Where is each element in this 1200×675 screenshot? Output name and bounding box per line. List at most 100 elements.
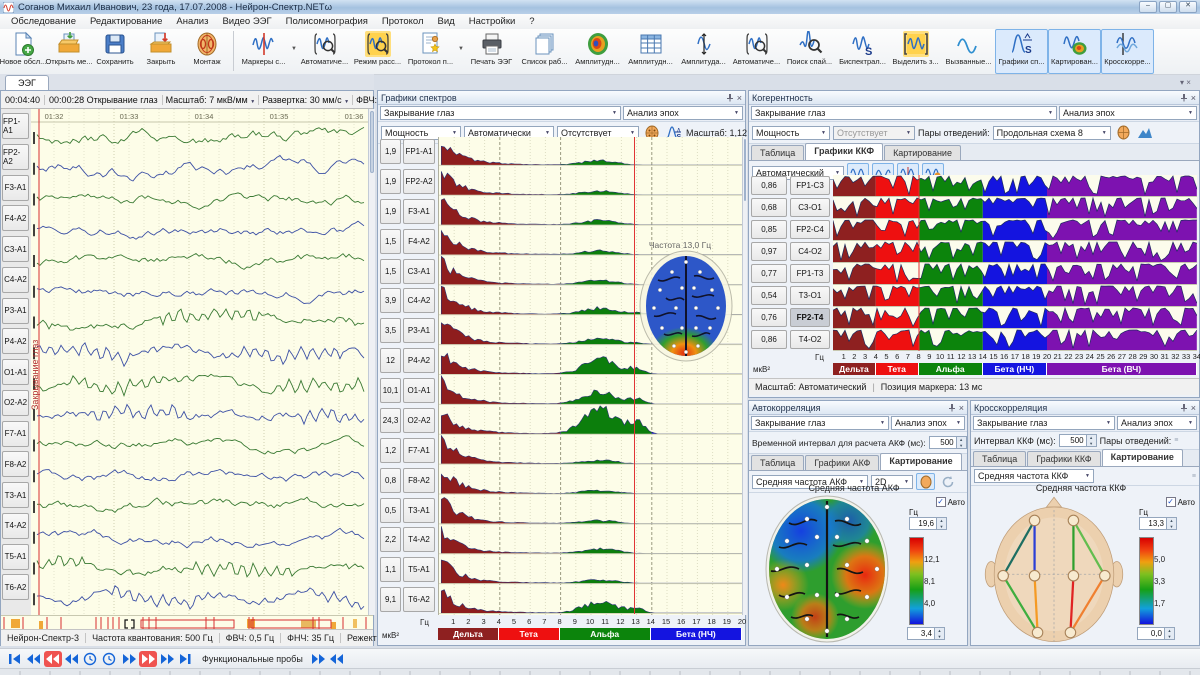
toolbar-button-9[interactable]: Печать ЭЭГ (465, 29, 518, 74)
close-panel-icon[interactable]: × (959, 403, 964, 413)
eeg-trace-area[interactable]: 01:3201:3301:3401:3501:36 (31, 109, 368, 615)
toolbar-button-15[interactable]: Поиск спай... (783, 29, 836, 74)
toolbar-button-6[interactable]: Автоматиче... (298, 29, 351, 74)
tab-Картирование[interactable]: Картирование (884, 145, 961, 160)
toolbar-button-1[interactable]: Открыть ме... (46, 29, 92, 74)
pin-icon[interactable] (726, 93, 734, 102)
toolbar-button-3[interactable]: Закрыть (138, 29, 184, 74)
eeg-channel-label-P4-A2[interactable]: P4-A2 (2, 328, 29, 354)
menu-item-6[interactable]: Вид (431, 15, 462, 28)
spectra-channel-C3-A1[interactable]: C3-A1 (403, 259, 435, 284)
dropdown-arrow-icon[interactable]: ▼ (290, 29, 298, 69)
autocorr-event-combo[interactable]: Закрывание глаз▼ (751, 416, 889, 430)
crosscorr-event-combo[interactable]: Закрывание глаз▼ (973, 416, 1115, 430)
toolbar-button-0[interactable]: Новое обсл... (0, 29, 46, 74)
crosscorr-max-spinner[interactable]: 13,3▲▼ (1139, 517, 1195, 530)
close-panel-icon[interactable]: × (1191, 93, 1196, 103)
eeg-sweep-combo[interactable]: Развертка: 30 мм/с ▼ (259, 95, 353, 105)
tab-Графики АКФ[interactable]: Графики АКФ (805, 455, 879, 470)
toolbar-button-17[interactable]: Выделить з... (889, 29, 942, 74)
crosscorr-min-spinner[interactable]: 0,0▲▼ (1137, 627, 1175, 640)
tab-Таблица[interactable]: Таблица (973, 451, 1026, 466)
toolbar-button-16[interactable]: SБиспектрал... (836, 29, 889, 74)
toolbar-button-8[interactable]: Протокол п... (404, 29, 457, 74)
crosscorr-metric-combo[interactable]: Средняя частота ККФ▼ (974, 469, 1094, 483)
toolbar-button-12[interactable]: Амплитудн... (624, 29, 677, 74)
spectra-plot-area[interactable] (438, 137, 743, 615)
eeg-scrollbar[interactable] (368, 109, 375, 615)
menu-item-8[interactable]: ? (522, 15, 541, 28)
spectra-panel-title[interactable]: Графики спектров × (378, 91, 745, 105)
spectra-channel-O2-A2[interactable]: O2-A2 (403, 408, 435, 433)
auto-checkbox[interactable]: ✓ (936, 497, 946, 507)
tab-Таблица[interactable]: Таблица (751, 455, 804, 470)
eeg-channel-label-T3-A1[interactable]: T3-A1 (2, 482, 29, 508)
close-panel-icon[interactable]: × (1191, 403, 1196, 413)
autocorr-min-spinner[interactable]: 3,4▲▼ (907, 627, 945, 640)
prev-test-button[interactable] (328, 651, 346, 667)
menu-item-1[interactable]: Редактирование (83, 15, 169, 28)
dock-controls[interactable]: ▾ × (1180, 78, 1191, 87)
toolbar-button-11[interactable]: Амплитудн... (571, 29, 624, 74)
pin-icon[interactable] (948, 403, 956, 412)
toolbar-button-4[interactable]: Монтаж (184, 29, 230, 74)
toolbar-button-20[interactable]: Картирован... (1048, 29, 1101, 74)
eeg-channel-label-P3-A1[interactable]: P3-A1 (2, 298, 29, 324)
spectra-mode-combo[interactable]: Анализ эпох▼ (623, 106, 743, 120)
eeg-channel-label-C3-A1[interactable]: C3-A1 (2, 236, 29, 262)
toolbar-button-7[interactable]: Режим расс... (351, 29, 404, 74)
spectra-channel-O1-A1[interactable]: O1-A1 (403, 378, 435, 403)
forward2-button[interactable] (158, 651, 176, 667)
autocorr-mode-combo[interactable]: Анализ эпох▼ (891, 416, 965, 430)
crosscorr-panel-title[interactable]: Кросскорреляция × (971, 401, 1199, 415)
autocorr-interval-spinner[interactable]: 500▲▼ (929, 436, 967, 449)
autocorr-panel-title[interactable]: Автокорреляция × (749, 401, 967, 415)
eeg-channel-label-F7-A1[interactable]: F7-A1 (2, 421, 29, 447)
minimize-button[interactable]: – (1139, 1, 1157, 13)
coherence-mode-combo[interactable]: Анализ эпох▼ (1059, 106, 1197, 120)
spectra-channel-C4-A2[interactable]: C4-A2 (403, 288, 435, 313)
autocorr-max-spinner[interactable]: 19,6▲▼ (909, 517, 965, 530)
eeg-channel-label-T5-A1[interactable]: T5-A1 (2, 544, 29, 570)
coherence-pair-FP1-C3[interactable]: FP1-C3 (790, 176, 830, 195)
spectra-event-combo[interactable]: Закрывание глаз▼ (380, 106, 621, 120)
tab-Графики ККФ[interactable]: Графики ККФ (1027, 451, 1100, 466)
tab-Картирование[interactable]: Картирование (1102, 449, 1183, 466)
coherence-power-combo[interactable]: Мощность▼ (752, 126, 830, 140)
close-panel-icon[interactable]: × (737, 93, 742, 103)
spectra-channel-F4-A2[interactable]: F4-A2 (403, 229, 435, 254)
close-button[interactable]: ✕ (1179, 1, 1197, 13)
coherence-pair-T3-O1[interactable]: T3-O1 (790, 286, 830, 305)
eeg-channel-label-T6-A2[interactable]: T6-A2 (2, 574, 29, 600)
toolbar-button-10[interactable]: Список раб... (518, 29, 571, 74)
toolbar-button-19[interactable]: SГрафики сп... (995, 29, 1048, 74)
next-test-button[interactable] (309, 651, 327, 667)
coherence-pair-C3-O1[interactable]: C3-O1 (790, 198, 830, 217)
spectra-channel-P4-A2[interactable]: P4-A2 (403, 348, 435, 373)
histogram-icon[interactable] (1136, 124, 1155, 141)
menu-item-3[interactable]: Видео ЭЭГ (215, 15, 278, 28)
spectra-channel-F3-A1[interactable]: F3-A1 (403, 199, 435, 224)
coherence-pair-FP1-T3[interactable]: FP1-T3 (790, 264, 830, 283)
rewind-fast-button[interactable] (44, 651, 62, 667)
timer1-button[interactable] (82, 651, 100, 667)
forward-fast-button[interactable] (139, 651, 157, 667)
forward-button[interactable] (120, 651, 138, 667)
crosscorr-interval-spinner[interactable]: 500▲▼ (1059, 434, 1097, 447)
coherence-pair-C4-O2[interactable]: C4-O2 (790, 242, 830, 261)
timer2-button[interactable] (101, 651, 119, 667)
toolbar-button-14[interactable]: Автоматиче... (730, 29, 783, 74)
spectra-channel-FP1-A1[interactable]: FP1-A1 (403, 139, 435, 164)
title-bar[interactable]: Соганов Михаил Иванович, 23 года, 17.07.… (0, 0, 1200, 15)
coherence-scheme-combo[interactable]: Продольная схема 8▼ (993, 126, 1111, 140)
eeg-channel-label-O2-A2[interactable]: O2-A2 (2, 390, 29, 416)
eeg-overview-strip[interactable] (1, 615, 373, 630)
spectra-channel-FP2-A2[interactable]: FP2-A2 (403, 169, 435, 194)
eeg-channel-label-C4-A2[interactable]: C4-A2 (2, 267, 29, 293)
spectra-channel-T5-A1[interactable]: T5-A1 (403, 557, 435, 582)
crosscorr-mode-combo[interactable]: Анализ эпох▼ (1117, 416, 1197, 430)
tab-eeg[interactable]: ЭЭГ (5, 75, 49, 91)
eeg-channel-label-F3-A1[interactable]: F3-A1 (2, 175, 29, 201)
pin-icon[interactable] (1180, 403, 1188, 412)
menu-item-7[interactable]: Настройки (462, 15, 523, 28)
